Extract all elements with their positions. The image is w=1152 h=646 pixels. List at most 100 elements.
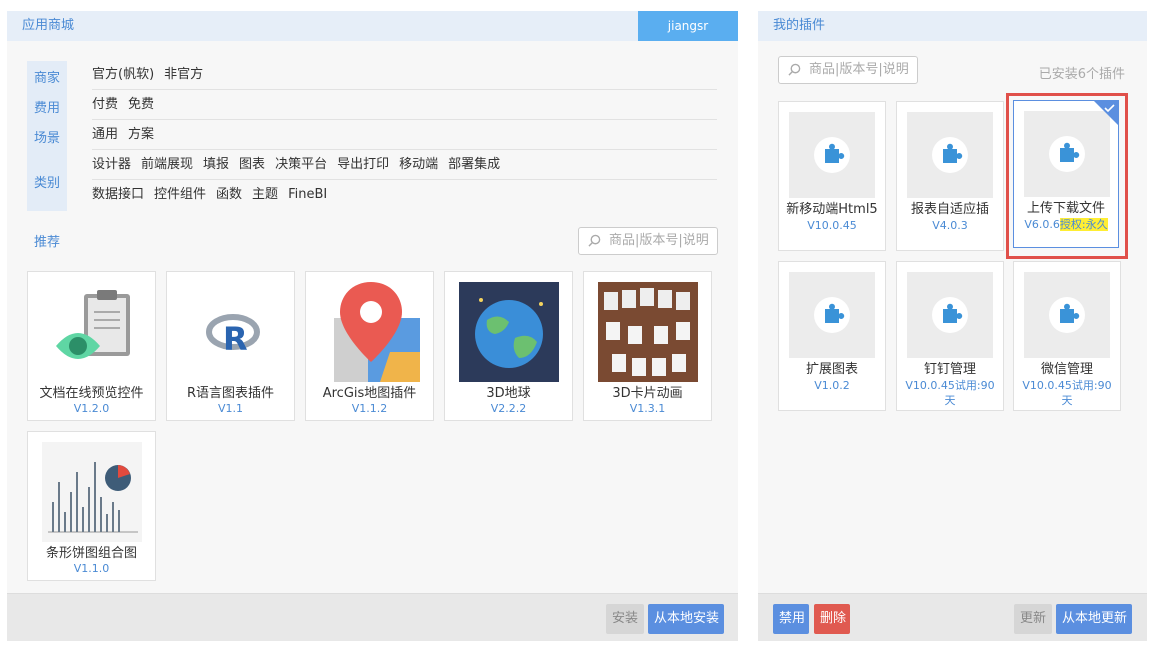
my-plugins-panel: 我的插件 商品|版本号|说明 已安装6个插件 新移动端Html5 V10.0.4… — [758, 11, 1147, 641]
filter-option-designer[interactable]: 设计器 — [92, 150, 131, 180]
plugin-name: 新移动端Html5 — [786, 202, 878, 217]
filter-label-column: 商家 费用 场景 类别 — [27, 61, 67, 211]
installed-count: 已安装6个插件 — [1038, 67, 1125, 82]
puzzle-icon — [825, 143, 845, 163]
filter-option-solution[interactable]: 方案 — [128, 120, 154, 150]
store-card-doc-preview[interactable]: 文档在线预览控件 V1.2.0 — [27, 271, 156, 421]
plugin-name: 报表自适应插 — [910, 202, 989, 217]
card-version: V1.3.1 — [629, 402, 666, 415]
filter-option-frontend[interactable]: 前端展现 — [141, 150, 193, 180]
filter-label-category: 类别 — [33, 176, 60, 191]
card-name: 条形饼图组合图 — [45, 546, 137, 561]
store-card-3d-cards[interactable]: 3D卡片动画 V1.3.1 — [583, 271, 712, 421]
install-button[interactable]: 安装 — [606, 604, 644, 634]
plugin-card-report-adaptive[interactable]: 报表自适应插 V4.0.3 — [896, 101, 1004, 251]
card-carousel-icon — [598, 282, 698, 382]
plugin-version: V10.0.45试用:90天 — [1022, 379, 1112, 407]
filter-option-decision[interactable]: 决策平台 — [275, 150, 327, 180]
plugin-card-extend-chart[interactable]: 扩展图表 V1.0.2 — [778, 261, 886, 411]
filter-label-vendor: 商家 — [33, 71, 60, 86]
update-local-button[interactable]: 从本地更新 — [1056, 604, 1132, 634]
install-local-button[interactable]: 从本地安装 — [648, 604, 724, 634]
store-card-bar-pie[interactable]: 条形饼图组合图 V1.1.0 — [27, 431, 156, 581]
card-name: ArcGis地图插件 — [322, 386, 417, 401]
filter-option-theme[interactable]: 主题 — [252, 180, 278, 210]
selection-frame — [1006, 93, 1128, 259]
filter-row-category-2: 数据接口 控件组件 函数 主题 FineBI — [92, 180, 717, 210]
store-card-arcgis[interactable]: ArcGis地图插件 V1.1.2 — [305, 271, 434, 421]
card-name: 3D地球 — [486, 386, 531, 401]
search-icon — [588, 234, 601, 247]
plugin-thumbnail — [907, 272, 993, 358]
plugins-search-placeholder: 商品|版本号|说明 — [809, 62, 909, 77]
card-name: R语言图表插件 — [186, 386, 275, 401]
plugin-card-html5[interactable]: 新移动端Html5 V10.0.45 — [778, 101, 886, 251]
plugin-thumbnail — [907, 112, 993, 198]
plugin-name: 微信管理 — [1040, 362, 1093, 377]
recommend-title: 推荐 — [34, 235, 61, 250]
filter-option-free[interactable]: 免费 — [128, 90, 154, 120]
puzzle-icon — [943, 303, 963, 323]
filter-label-scene: 场景 — [33, 131, 60, 146]
store-title: 应用商城 — [22, 18, 75, 33]
filter-option-unofficial[interactable]: 非官方 — [164, 60, 203, 90]
filter-label-fee: 费用 — [33, 101, 60, 116]
puzzle-icon — [943, 143, 963, 163]
filter-option-function[interactable]: 函数 — [216, 180, 242, 210]
plugin-version: V10.0.45 — [807, 219, 857, 232]
plugin-card-dingtalk[interactable]: 钉钉管理 V10.0.45试用:90天 — [896, 261, 1004, 411]
filter-row-vendor: 官方(帆软) 非官方 — [92, 60, 717, 90]
card-version: V1.2.0 — [73, 402, 110, 415]
plugins-footer: 禁用 删除 更新 从本地更新 — [758, 593, 1147, 641]
filter-option-data-interface[interactable]: 数据接口 — [92, 180, 144, 210]
plugins-search-input[interactable]: 商品|版本号|说明 — [778, 56, 918, 84]
plugin-card-wechat[interactable]: 微信管理 V10.0.45试用:90天 — [1013, 261, 1121, 411]
globe-icon — [459, 282, 559, 382]
filter-option-deploy[interactable]: 部署集成 — [448, 150, 500, 180]
filter-row-category-1: 设计器 前端展现 填报 图表 决策平台 导出打印 移动端 部署集成 — [92, 150, 717, 180]
store-search-placeholder: 商品|版本号|说明 — [609, 233, 709, 248]
filter-option-export[interactable]: 导出打印 — [337, 150, 389, 180]
card-version: V2.2.2 — [490, 402, 527, 415]
user-badge[interactable]: jiangsr — [638, 11, 738, 41]
plugins-title: 我的插件 — [773, 18, 826, 33]
update-button[interactable]: 更新 — [1014, 604, 1052, 634]
filter-option-fill[interactable]: 填报 — [203, 150, 229, 180]
card-version: V1.1.2 — [351, 402, 388, 415]
plugin-thumbnail — [789, 112, 875, 198]
filter-option-widget[interactable]: 控件组件 — [154, 180, 206, 210]
plugin-version: V1.0.2 — [814, 379, 850, 392]
store-card-3d-earth[interactable]: 3D地球 V2.2.2 — [444, 271, 573, 421]
plugin-version: V4.0.3 — [932, 219, 968, 232]
bar-pie-chart-icon — [42, 442, 142, 542]
filter-option-finebi[interactable]: FineBI — [288, 180, 327, 210]
disable-button[interactable]: 禁用 — [773, 604, 809, 634]
document-eye-icon — [56, 290, 130, 359]
card-name: 3D卡片动画 — [612, 386, 683, 401]
filter-row-scene: 通用 方案 — [92, 120, 717, 150]
filter-option-paid[interactable]: 付费 — [92, 90, 118, 120]
store-footer: 安装 从本地安装 — [7, 593, 738, 641]
delete-button[interactable]: 删除 — [814, 604, 850, 634]
card-version: V1.1.0 — [73, 562, 110, 575]
store-search-input[interactable]: 商品|版本号|说明 — [578, 227, 718, 255]
plugins-header: 我的插件 — [758, 11, 1147, 41]
puzzle-icon — [1060, 303, 1080, 323]
filter-option-general[interactable]: 通用 — [92, 120, 118, 150]
plugin-name: 扩展图表 — [805, 362, 858, 377]
filter-option-mobile[interactable]: 移动端 — [399, 150, 438, 180]
map-pin-icon — [334, 282, 420, 382]
plugin-thumbnail — [1024, 272, 1110, 358]
puzzle-icon — [825, 303, 845, 323]
card-name: 文档在线预览控件 — [39, 386, 144, 401]
filter-row-fee: 付费 免费 — [92, 90, 717, 120]
svg-text:R: R — [223, 320, 248, 358]
plugin-name: 钉钉管理 — [923, 362, 976, 377]
r-language-icon: R — [206, 314, 260, 358]
app-store-panel: 应用商城 jiangsr 商家 费用 场景 类别 官方(帆软) 非官方 付费 免费 … — [7, 11, 738, 641]
filter-option-official[interactable]: 官方(帆软) — [92, 60, 154, 90]
filter-option-chart[interactable]: 图表 — [239, 150, 265, 180]
store-header: 应用商城 jiangsr — [7, 11, 738, 41]
search-icon — [788, 63, 801, 76]
store-card-r-chart[interactable]: R R语言图表插件 V1.1 — [166, 271, 295, 421]
